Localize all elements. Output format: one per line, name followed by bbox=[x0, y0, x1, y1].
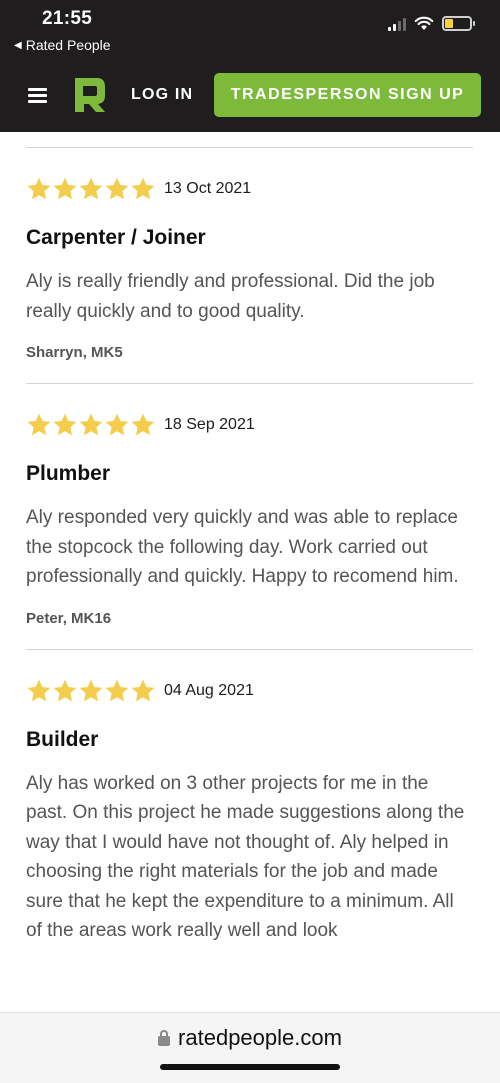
review-text: Aly has worked on 3 other projects for m… bbox=[26, 772, 465, 942]
status-time: 21:55 bbox=[42, 8, 93, 29]
cellular-signal-icon bbox=[388, 17, 406, 31]
star-icon bbox=[27, 679, 51, 701]
back-arrow-icon: ◀ bbox=[14, 39, 22, 51]
star-icon bbox=[53, 413, 77, 436]
star-icon bbox=[105, 413, 129, 436]
divider bbox=[26, 147, 473, 148]
rating-row: 18 Sep 2021 bbox=[26, 410, 473, 440]
star-icon bbox=[131, 413, 155, 436]
lock-icon bbox=[158, 1030, 171, 1046]
star-icon bbox=[131, 177, 155, 200]
login-link[interactable]: LOG IN bbox=[131, 86, 193, 104]
rated-people-logo-icon[interactable] bbox=[72, 76, 108, 114]
review-card: 18 Sep 2021 Plumber Aly responded very q… bbox=[26, 410, 473, 627]
reviewer-name: Sharryn, MK5 bbox=[26, 344, 123, 361]
star-icon bbox=[131, 679, 155, 701]
back-to-app-link[interactable]: ◀ Rated People bbox=[14, 37, 111, 53]
wifi-icon bbox=[414, 16, 434, 30]
rating-row: 13 Oct 2021 bbox=[26, 174, 473, 204]
star-icon bbox=[79, 679, 103, 701]
rating-row: 04 Aug 2021 bbox=[26, 676, 473, 706]
browser-address-bar[interactable]: ratedpeople.com bbox=[0, 1012, 500, 1083]
url-text[interactable]: ratedpeople.com bbox=[178, 1025, 342, 1051]
star-icon bbox=[79, 177, 103, 200]
review-text: Aly is really friendly and professional.… bbox=[26, 271, 435, 322]
review-trade: Builder bbox=[26, 727, 99, 751]
star-icon bbox=[53, 177, 77, 200]
status-icons bbox=[388, 16, 475, 31]
star-rating bbox=[26, 678, 156, 704]
star-icon bbox=[105, 679, 129, 701]
battery-icon bbox=[442, 16, 475, 31]
star-icon bbox=[79, 413, 103, 436]
reviewer-name: Peter, MK16 bbox=[26, 609, 112, 627]
star-icon bbox=[27, 413, 51, 436]
divider bbox=[26, 648, 473, 650]
star-rating bbox=[26, 176, 156, 202]
divider bbox=[26, 383, 473, 384]
review-date: 13 Oct 2021 bbox=[164, 180, 252, 197]
home-indicator[interactable] bbox=[160, 1064, 340, 1070]
reviews-list: 13 Oct 2021 Carpenter / Joiner Aly is re… bbox=[26, 132, 473, 946]
star-icon bbox=[53, 679, 77, 701]
star-icon bbox=[27, 177, 51, 200]
review-date: 18 Sep 2021 bbox=[164, 416, 255, 433]
review-card: 04 Aug 2021 Builder Aly has worked on 3 … bbox=[26, 676, 473, 946]
back-app-label: Rated People bbox=[25, 37, 111, 53]
review-card: 13 Oct 2021 Carpenter / Joiner Aly is re… bbox=[26, 174, 473, 361]
review-text: Aly responded very quickly and was able … bbox=[26, 507, 459, 587]
star-icon bbox=[105, 177, 129, 200]
hamburger-menu-icon[interactable] bbox=[28, 88, 47, 103]
review-trade: Carpenter / Joiner bbox=[26, 226, 206, 249]
tradesperson-signup-button[interactable]: TRADESPERSON SIGN UP bbox=[214, 73, 481, 117]
review-trade: Plumber bbox=[26, 462, 111, 485]
app-header: 21:55 ◀ Rated People LOG IN TRADESPERSON… bbox=[0, 0, 500, 132]
star-rating bbox=[26, 412, 156, 438]
review-date: 04 Aug 2021 bbox=[164, 681, 254, 699]
